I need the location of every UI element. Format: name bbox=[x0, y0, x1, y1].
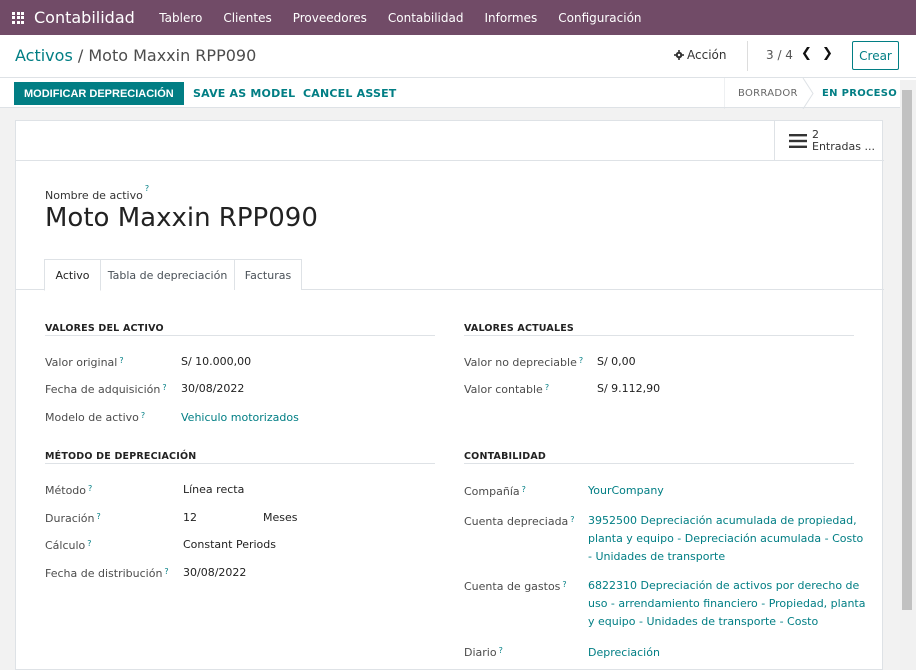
control-panel: Activos / Moto Maxxin RPP090 Acción 3 / … bbox=[0, 35, 916, 109]
help-icon[interactable]: ? bbox=[162, 383, 166, 392]
help-icon[interactable]: ? bbox=[522, 485, 526, 494]
field-label-calculo: Cálculo? bbox=[45, 539, 92, 552]
field-valor-contable: S/ 9.112,90 bbox=[597, 382, 661, 395]
field-fecha-distribucion[interactable]: 30/08/2022 bbox=[183, 564, 246, 582]
help-icon[interactable]: ? bbox=[88, 484, 92, 493]
account-line: uso - arrendamiento financiero - Propied… bbox=[588, 597, 866, 610]
account-line: 3952500 Depreciación acumulada de propie… bbox=[588, 514, 857, 527]
breadcrumb-parent[interactable]: Activos bbox=[15, 46, 73, 65]
help-icon[interactable]: ? bbox=[141, 411, 145, 420]
field-diario[interactable]: Depreciación bbox=[588, 644, 660, 662]
action-menu-button[interactable]: Acción bbox=[674, 48, 726, 62]
field-calculo[interactable]: Constant Periods bbox=[183, 536, 276, 554]
save-as-model-button[interactable]: SAVE AS MODEL bbox=[193, 87, 295, 100]
section-depreciation-method: MÉTODO DE DEPRECIACIÓN bbox=[45, 451, 197, 462]
cancel-asset-button[interactable]: CANCEL ASSET bbox=[303, 87, 397, 100]
field-label-cuenta-gastos: Cuenta de gastos? bbox=[464, 580, 567, 593]
modify-depreciation-button[interactable]: MODIFICAR DEPRECIACIÓN bbox=[14, 82, 184, 105]
field-valor-no-depreciable[interactable]: S/ 0,00 bbox=[597, 353, 636, 371]
top-navbar: Contabilidad Tablero Clientes Proveedore… bbox=[0, 0, 916, 35]
field-label-metodo: Método? bbox=[45, 484, 93, 497]
field-modelo-activo[interactable]: Vehiculo motorizados bbox=[181, 409, 299, 427]
gear-icon bbox=[674, 50, 684, 60]
field-label-modelo-activo: Modelo de activo? bbox=[45, 411, 146, 424]
list-icon bbox=[789, 134, 807, 148]
help-icon[interactable]: ? bbox=[545, 383, 549, 392]
status-bar: MODIFICAR DEPRECIACIÓN SAVE AS MODEL CAN… bbox=[0, 77, 916, 109]
help-icon[interactable]: ? bbox=[97, 512, 101, 521]
scrollbar-thumb[interactable] bbox=[902, 90, 912, 610]
help-icon[interactable]: ? bbox=[145, 184, 149, 193]
menu-item-contabilidad[interactable]: Contabilidad bbox=[377, 11, 474, 25]
app-brand[interactable]: Contabilidad bbox=[34, 8, 135, 27]
divider bbox=[464, 335, 854, 336]
account-line: planta y equipo - Depreciación acumulada… bbox=[588, 532, 864, 545]
tab-facturas[interactable]: Facturas bbox=[235, 259, 302, 290]
menu-item-proveedores[interactable]: Proveedores bbox=[282, 11, 377, 25]
pager-next-button[interactable]: ❯ bbox=[822, 46, 833, 61]
help-icon[interactable]: ? bbox=[570, 515, 574, 524]
help-icon[interactable]: ? bbox=[119, 356, 123, 365]
create-button[interactable]: Crear bbox=[852, 41, 899, 70]
menu-item-clientes[interactable]: Clientes bbox=[213, 11, 282, 25]
field-cuenta-depreciada[interactable]: 3952500 Depreciación acumulada de propie… bbox=[588, 512, 863, 566]
smart-button-label: Entradas ... bbox=[812, 140, 875, 153]
field-label-valor-contable: Valor contable? bbox=[464, 383, 550, 396]
main-menu: Tablero Clientes Proveedores Contabilida… bbox=[149, 11, 652, 25]
pager-value[interactable]: 3 / 4 bbox=[766, 48, 793, 62]
field-label-valor-no-depreciable: Valor no depreciable? bbox=[464, 356, 584, 369]
tab-activo[interactable]: Activo bbox=[44, 259, 101, 291]
notebook-tabs: Activo Tabla de depreciación Facturas bbox=[16, 259, 884, 291]
field-label-diario: Diario? bbox=[464, 646, 503, 659]
field-fecha-adquisicion[interactable]: 30/08/2022 bbox=[181, 380, 244, 398]
section-asset-values: VALORES DEL ACTIVO bbox=[45, 323, 164, 334]
menu-item-tablero[interactable]: Tablero bbox=[149, 11, 213, 25]
field-duracion-unit[interactable]: Meses bbox=[263, 509, 298, 527]
asset-name[interactable]: Moto Maxxin RPP090 bbox=[45, 203, 318, 233]
field-cuenta-gastos[interactable]: 6822310 Depreciación de activos por dere… bbox=[588, 577, 865, 631]
apps-menu-icon[interactable] bbox=[12, 11, 24, 24]
field-label-cuenta-depreciada: Cuenta depreciada? bbox=[464, 515, 575, 528]
account-line: 6822310 Depreciación de activos por dere… bbox=[588, 579, 860, 592]
help-icon[interactable]: ? bbox=[562, 580, 566, 589]
divider bbox=[45, 463, 435, 464]
field-duracion[interactable]: 12 bbox=[183, 509, 197, 527]
section-current-values: VALORES ACTUALES bbox=[464, 323, 574, 334]
section-accounting: CONTABILIDAD bbox=[464, 451, 546, 462]
button-box: 2 Entradas ... bbox=[16, 121, 884, 161]
field-compania[interactable]: YourCompany bbox=[588, 482, 664, 500]
breadcrumb-current: Moto Maxxin RPP090 bbox=[88, 46, 257, 65]
action-label: Acción bbox=[687, 48, 727, 62]
field-valor-original[interactable]: S/ 10.000,00 bbox=[181, 353, 251, 371]
help-icon[interactable]: ? bbox=[499, 646, 503, 655]
field-metodo[interactable]: Línea recta bbox=[183, 481, 244, 499]
field-label-fecha-distribucion: Fecha de distribución? bbox=[45, 567, 169, 580]
field-label-compania: Compañía? bbox=[464, 485, 526, 498]
account-line: - Unidades de transporte bbox=[588, 550, 726, 563]
pager-prev-button[interactable]: ❮ bbox=[801, 46, 812, 61]
tab-tabla-depreciacion[interactable]: Tabla de depreciación bbox=[101, 259, 235, 290]
breadcrumb: Activos / Moto Maxxin RPP090 bbox=[15, 46, 256, 65]
help-icon[interactable]: ? bbox=[579, 356, 583, 365]
field-label-fecha-adquisicion: Fecha de adquisición? bbox=[45, 383, 167, 396]
account-line: y equipo - Unidades de transporte - Cost… bbox=[588, 615, 819, 628]
divider bbox=[464, 463, 854, 464]
asset-name-label: Nombre de activo? bbox=[45, 184, 150, 202]
menu-item-informes[interactable]: Informes bbox=[474, 11, 548, 25]
menu-item-configuracion[interactable]: Configuración bbox=[548, 11, 652, 25]
journal-entries-smart-button[interactable]: 2 Entradas ... bbox=[774, 121, 884, 161]
help-icon[interactable]: ? bbox=[164, 567, 168, 576]
status-en-proceso[interactable]: EN PROCESO bbox=[822, 78, 897, 109]
breadcrumb-separator: / bbox=[72, 46, 89, 65]
divider bbox=[747, 41, 748, 71]
form-sheet: 2 Entradas ... Nombre de activo? Moto Ma… bbox=[15, 120, 884, 670]
field-label-valor-original: Valor original? bbox=[45, 356, 124, 369]
field-label-duracion: Duración? bbox=[45, 512, 101, 525]
status-borrador[interactable]: BORRADOR bbox=[738, 78, 798, 109]
scrollbar[interactable] bbox=[900, 80, 916, 670]
help-icon[interactable]: ? bbox=[87, 539, 91, 548]
divider bbox=[45, 335, 435, 336]
